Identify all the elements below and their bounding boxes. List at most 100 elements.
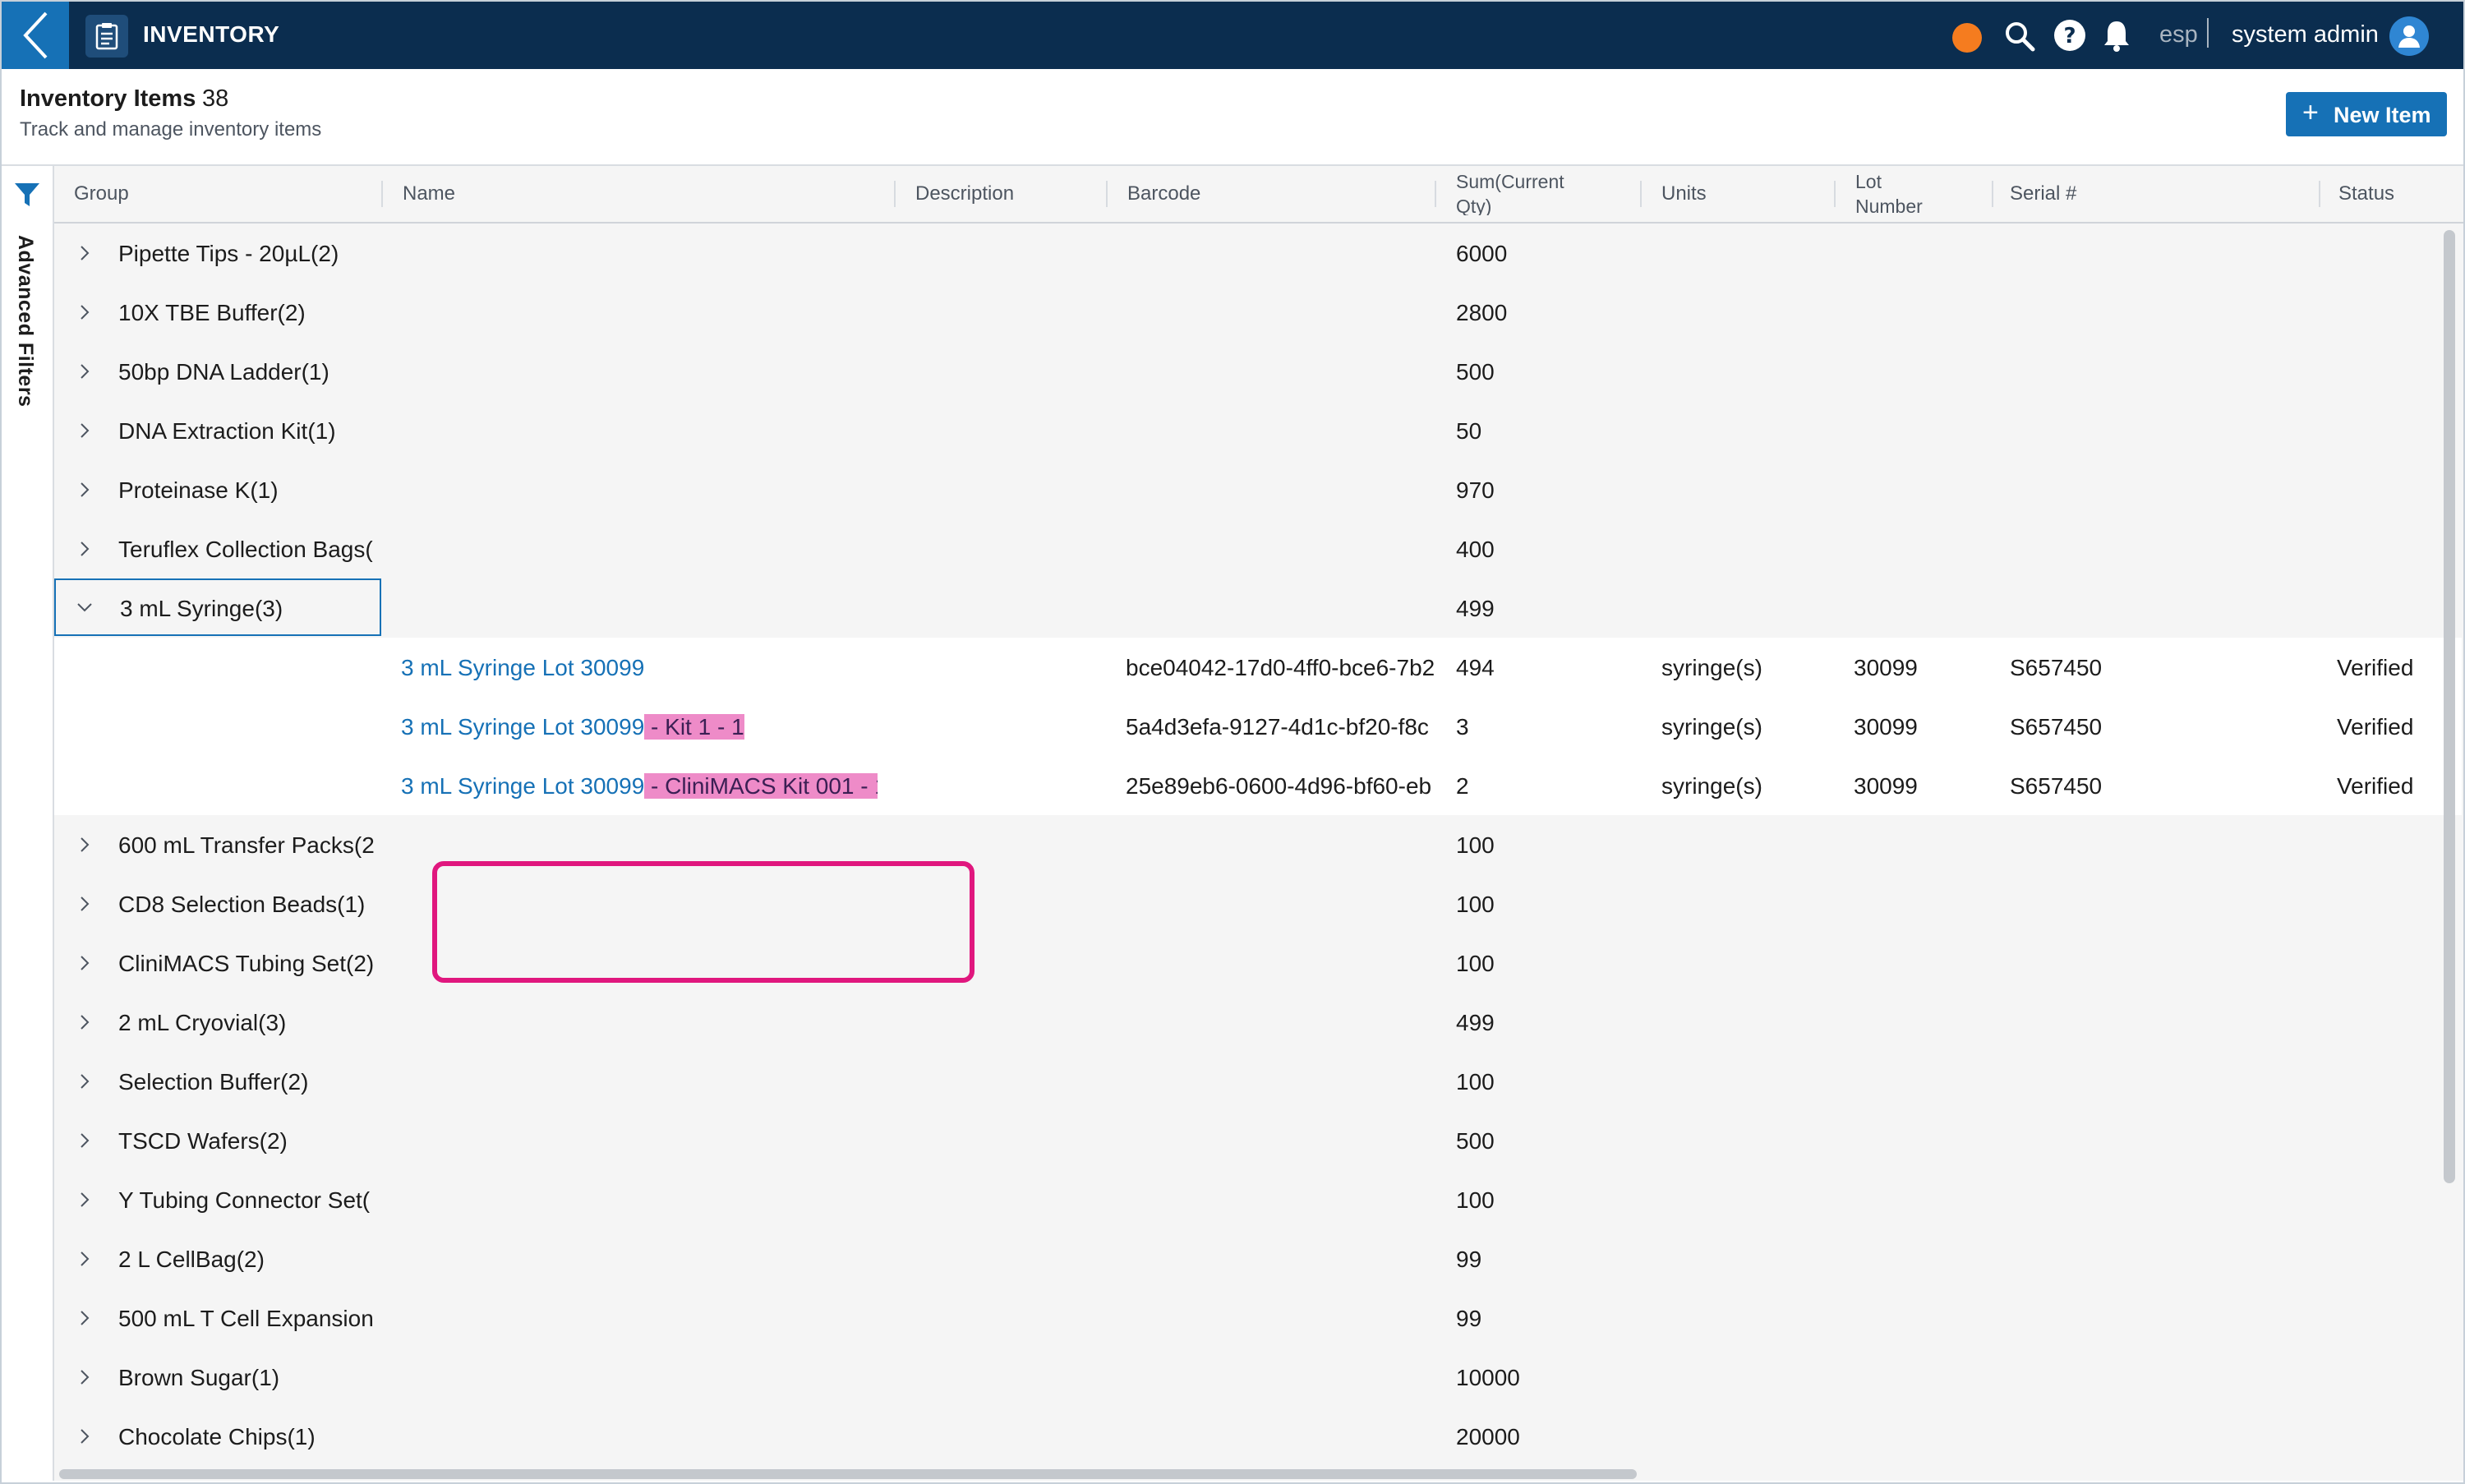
column-header-group[interactable]: Group [74, 166, 129, 222]
language-selector[interactable]: esp [2159, 21, 2198, 48]
group-row-expanded[interactable]: 3 mL Syringe(3) 499 [54, 578, 2462, 638]
item-name-cell[interactable]: 3 mL Syringe Lot 30099 - CliniMACS Kit 0… [401, 773, 878, 800]
group-count: (2) [280, 1069, 309, 1095]
chevron-right-icon[interactable] [79, 835, 90, 855]
item-name-cell[interactable]: 3 mL Syringe Lot 30099 [401, 655, 878, 681]
item-count: 38 [202, 85, 229, 112]
group-row[interactable]: CD8 Selection Beads(1) 100 [54, 874, 2462, 933]
group-name: CD8 Selection Beads [118, 892, 338, 917]
column-header-barcode[interactable]: Barcode [1127, 166, 1200, 222]
sum-qty-cell: 400 [1456, 537, 1495, 562]
item-name-link[interactable]: 3 mL Syringe Lot 30099 [401, 773, 644, 799]
chevron-right-icon[interactable] [79, 539, 90, 559]
item-row[interactable]: 3 mL Syringe Lot 30099 - CliniMACS Kit 0… [54, 756, 2462, 815]
item-name-link[interactable]: 3 mL Syringe Lot 30099 [401, 714, 644, 740]
group-count: (1) [301, 359, 329, 385]
group-label: 2 mL Cryovial(3) [118, 1010, 435, 1036]
group-label: Teruflex Collection Bags( [118, 537, 435, 563]
new-item-button[interactable]: + New Item [2286, 92, 2447, 136]
group-row[interactable]: Brown Sugar(1) 10000 [54, 1348, 2462, 1407]
units-cell: syringe(s) [1661, 655, 1762, 680]
group-row[interactable]: 600 mL Transfer Packs(2 100 [54, 815, 2462, 874]
column-header-serial[interactable]: Serial # [2010, 166, 2076, 222]
group-count: (2) [311, 241, 339, 266]
units-cell: syringe(s) [1661, 714, 1762, 740]
filter-icon[interactable] [13, 181, 41, 209]
chevron-right-icon[interactable] [79, 1426, 90, 1446]
item-row[interactable]: 3 mL Syringe Lot 30099 - Kit 1 - 1 5a4d3… [54, 697, 2462, 756]
sum-qty-cell: 6000 [1456, 241, 1508, 266]
help-icon[interactable]: ? [2053, 18, 2087, 53]
chevron-right-icon[interactable] [79, 1249, 90, 1269]
group-count: (1) [250, 477, 279, 503]
group-row[interactable]: Proteinase K(1) 970 [54, 460, 2462, 519]
vertical-scrollbar[interactable] [2444, 230, 2455, 1183]
advanced-filters-panel[interactable]: Advanced Filters [2, 166, 54, 1481]
group-label: CD8 Selection Beads(1) [118, 892, 435, 918]
group-row[interactable]: Chocolate Chips(1) 20000 [54, 1407, 2462, 1466]
column-divider[interactable] [1834, 181, 1836, 207]
column-header-lot-number[interactable]: Lot Number [1855, 166, 1946, 222]
group-row[interactable]: 2 L CellBag(2) 99 [54, 1229, 2462, 1288]
group-row[interactable]: DNA Extraction Kit(1) 50 [54, 401, 2462, 460]
group-name: 50bp DNA Ladder [118, 359, 302, 385]
search-icon[interactable] [2003, 20, 2036, 53]
column-divider[interactable] [381, 181, 383, 207]
item-row[interactable]: 3 mL Syringe Lot 30099 bce04042-17d0-4ff… [54, 638, 2462, 697]
group-count: (2) [236, 1247, 265, 1272]
sum-qty-cell: 10000 [1456, 1365, 1520, 1390]
svg-text:?: ? [2063, 24, 2076, 48]
group-name: Teruflex Collection Bags [118, 537, 366, 562]
group-row[interactable]: Y Tubing Connector Set( 100 [54, 1170, 2462, 1229]
sum-qty-cell: 2800 [1456, 300, 1508, 325]
avatar[interactable] [2389, 16, 2429, 56]
chevron-right-icon[interactable] [79, 894, 90, 914]
chevron-right-icon[interactable] [79, 362, 90, 381]
column-header-sum-qty[interactable]: Sum(Current Qty) [1456, 166, 1604, 215]
column-divider[interactable] [894, 181, 896, 207]
group-row[interactable]: 50bp DNA Ladder(1) 500 [54, 342, 2462, 401]
column-divider[interactable] [1435, 181, 1436, 207]
item-name-cell[interactable]: 3 mL Syringe Lot 30099 - Kit 1 - 1 [401, 714, 878, 740]
chevron-right-icon[interactable] [79, 1012, 90, 1032]
chevron-right-icon[interactable] [79, 1131, 90, 1150]
advanced-filters-label: Advanced Filters [14, 235, 37, 408]
chevron-right-icon[interactable] [79, 953, 90, 973]
group-row[interactable]: 2 mL Cryovial(3) 499 [54, 993, 2462, 1052]
column-divider[interactable] [1106, 181, 1108, 207]
chevron-right-icon[interactable] [79, 1190, 90, 1210]
chevron-right-icon[interactable] [79, 1367, 90, 1387]
column-header-description[interactable]: Description [915, 166, 1014, 222]
group-row[interactable]: CliniMACS Tubing Set(2) 100 [54, 933, 2462, 993]
group-row[interactable]: 500 mL T Cell Expansion 99 [54, 1288, 2462, 1348]
chevron-right-icon[interactable] [79, 243, 90, 263]
group-row[interactable]: TSCD Wafers(2) 500 [54, 1111, 2462, 1170]
bell-icon[interactable] [2102, 18, 2131, 53]
serial-cell: S657450 [2010, 773, 2103, 799]
status-indicator[interactable] [1952, 23, 1982, 53]
sum-qty-cell: 20000 [1456, 1424, 1520, 1449]
column-divider[interactable] [2319, 181, 2320, 207]
user-name[interactable]: system admin [2232, 21, 2379, 48]
chevron-right-icon[interactable] [79, 1072, 90, 1091]
group-row[interactable]: 10X TBE Buffer(2) 2800 [54, 283, 2462, 342]
column-header-units[interactable]: Units [1661, 166, 1707, 222]
column-header-status[interactable]: Status [2338, 166, 2394, 222]
item-name-link[interactable]: 3 mL Syringe Lot 30099 [401, 655, 644, 680]
column-divider[interactable] [1992, 181, 1993, 207]
chevron-right-icon[interactable] [79, 302, 90, 322]
group-row[interactable]: Selection Buffer(2) 100 [54, 1052, 2462, 1111]
back-button[interactable] [2, 2, 69, 69]
chevron-right-icon[interactable] [79, 1308, 90, 1328]
horizontal-scrollbar[interactable] [59, 1469, 1637, 1479]
column-header-name[interactable]: Name [403, 166, 455, 222]
serial-cell: S657450 [2010, 714, 2103, 740]
chevron-down-icon[interactable] [76, 601, 94, 613]
group-row[interactable]: Teruflex Collection Bags( 400 [54, 519, 2462, 578]
sum-qty-cell: 970 [1456, 477, 1495, 503]
chevron-right-icon[interactable] [79, 480, 90, 500]
column-divider[interactable] [1640, 181, 1642, 207]
chevron-right-icon[interactable] [79, 421, 90, 440]
group-row[interactable]: Pipette Tips - 20µL(2) 6000 [54, 224, 2462, 283]
user-icon [2398, 25, 2420, 48]
